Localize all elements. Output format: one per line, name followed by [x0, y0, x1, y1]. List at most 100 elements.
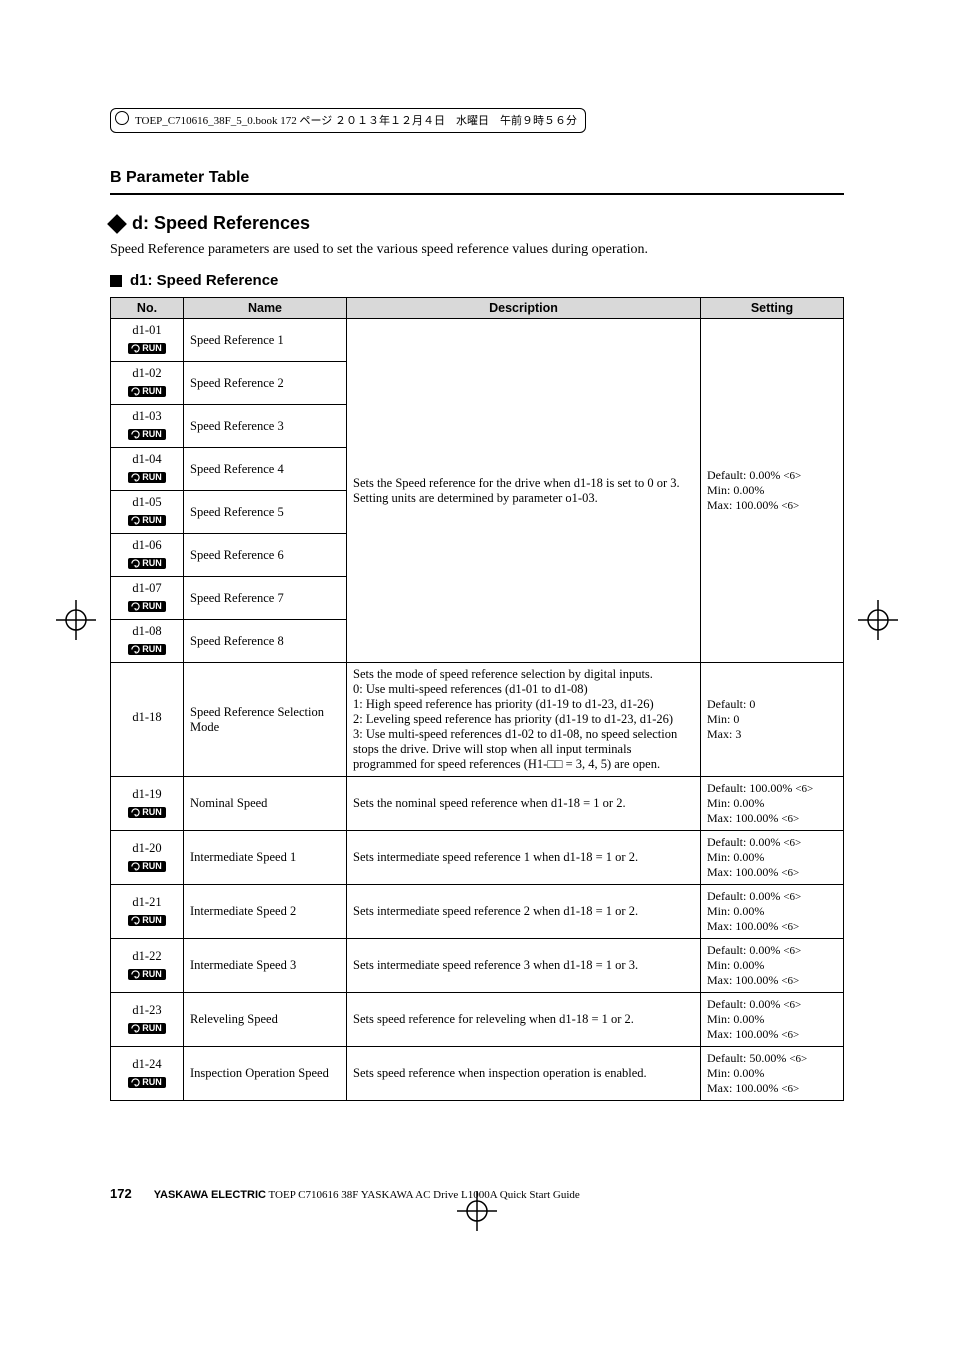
run-badge: RUN — [128, 472, 166, 483]
cell-description: Sets the Speed reference for the drive w… — [347, 319, 701, 663]
footer-brand: YASKAWA ELECTRIC — [154, 1189, 266, 1201]
section-header: B Parameter Table — [110, 169, 844, 187]
intro-text: Speed Reference parameters are used to s… — [110, 242, 844, 258]
run-arc-icon — [131, 916, 140, 925]
cell-name: Intermediate Speed 1 — [184, 831, 347, 885]
cell-setting: Default: 0.00% <6>Min: 0.00%Max: 100.00%… — [701, 831, 844, 885]
main-heading-row: d: Speed References — [110, 213, 844, 234]
table-row: d1-23 RUNReleveling SpeedSets speed refe… — [111, 993, 844, 1047]
note-6-icon: <6> — [781, 500, 799, 512]
cell-name: Speed Reference 8 — [184, 620, 347, 663]
run-badge: RUN — [128, 807, 166, 818]
run-badge: RUN — [128, 1023, 166, 1034]
cell-setting: Default: 0.00% <6>Min: 0.00%Max: 100.00%… — [701, 993, 844, 1047]
cell-no: d1-06 RUN — [111, 534, 184, 577]
file-header: TOEP_C710616_38F_5_0.book 172 ページ ２０１３年１… — [110, 108, 586, 133]
run-badge: RUN — [128, 1077, 166, 1088]
page-content: TOEP_C710616_38F_5_0.book 172 ページ ２０１３年１… — [110, 108, 844, 1201]
note-6-icon: <6> — [781, 921, 799, 933]
run-badge: RUN — [128, 558, 166, 569]
cell-name: Speed Reference 7 — [184, 577, 347, 620]
col-description: Description — [347, 298, 701, 319]
cell-no: d1-22 RUN — [111, 939, 184, 993]
table-row: d1-18Speed Reference Selection ModeSets … — [111, 663, 844, 777]
run-arc-icon — [131, 516, 140, 525]
table-row: d1-19 RUNNominal SpeedSets the nominal s… — [111, 777, 844, 831]
register-mark-left — [56, 600, 96, 640]
cell-name: Speed Reference 5 — [184, 491, 347, 534]
run-badge: RUN — [128, 601, 166, 612]
col-setting: Setting — [701, 298, 844, 319]
cell-no: d1-19 RUN — [111, 777, 184, 831]
table-row: d1-20 RUNIntermediate Speed 1Sets interm… — [111, 831, 844, 885]
run-arc-icon — [131, 970, 140, 979]
cell-no: d1-24 RUN — [111, 1047, 184, 1101]
section-rule — [110, 193, 844, 195]
cell-name: Speed Reference 4 — [184, 448, 347, 491]
cell-setting: Default: 100.00% <6>Min: 0.00%Max: 100.0… — [701, 777, 844, 831]
cell-name: Inspection Operation Speed — [184, 1047, 347, 1101]
cell-description: Sets speed reference when inspection ope… — [347, 1047, 701, 1101]
cell-name: Speed Reference 6 — [184, 534, 347, 577]
cell-description: Sets speed reference for releveling when… — [347, 993, 701, 1047]
cell-name: Speed Reference Selection Mode — [184, 663, 347, 777]
run-arc-icon — [131, 387, 140, 396]
cell-description: Sets the mode of speed reference selecti… — [347, 663, 701, 777]
note-6-icon: <6> — [781, 867, 799, 879]
note-6-icon: <6> — [781, 813, 799, 825]
cell-description: Sets intermediate speed reference 1 when… — [347, 831, 701, 885]
note-6-icon: <6> — [783, 470, 801, 482]
cell-no: d1-21 RUN — [111, 885, 184, 939]
run-arc-icon — [131, 473, 140, 482]
run-arc-icon — [131, 1024, 140, 1033]
run-badge: RUN — [128, 969, 166, 980]
run-badge: RUN — [128, 861, 166, 872]
table-row: d1-21 RUNIntermediate Speed 2Sets interm… — [111, 885, 844, 939]
note-6-icon: <6> — [789, 1053, 807, 1065]
cell-description: Sets intermediate speed reference 2 when… — [347, 885, 701, 939]
cell-name: Speed Reference 1 — [184, 319, 347, 362]
run-arc-icon — [131, 559, 140, 568]
page-number: 172 — [110, 1186, 132, 1201]
note-6-icon: <6> — [783, 999, 801, 1011]
run-arc-icon — [131, 808, 140, 817]
page-footer: 172 YASKAWA ELECTRIC TOEP C710616 38F YA… — [110, 1186, 844, 1201]
sub-heading-row: d1: Speed Reference — [110, 272, 844, 289]
run-badge: RUN — [128, 386, 166, 397]
footer-doc-title: TOEP C710616 38F YASKAWA AC Drive L1000A… — [266, 1189, 580, 1201]
run-arc-icon — [131, 430, 140, 439]
cell-no: d1-01 RUN — [111, 319, 184, 362]
run-arc-icon — [131, 344, 140, 353]
col-no: No. — [111, 298, 184, 319]
cell-setting: Default: 0Min: 0Max: 3 — [701, 663, 844, 777]
cell-setting: Default: 0.00% <6>Min: 0.00%Max: 100.00%… — [701, 319, 844, 663]
run-badge: RUN — [128, 915, 166, 926]
cell-no: d1-20 RUN — [111, 831, 184, 885]
note-6-icon: <6> — [781, 975, 799, 987]
col-name: Name — [184, 298, 347, 319]
cell-name: Speed Reference 2 — [184, 362, 347, 405]
note-6-icon: <6> — [783, 945, 801, 957]
cell-setting: Default: 0.00% <6>Min: 0.00%Max: 100.00%… — [701, 885, 844, 939]
sub-heading: d1: Speed Reference — [130, 272, 278, 289]
cell-no: d1-03 RUN — [111, 405, 184, 448]
main-heading: d: Speed References — [132, 213, 310, 234]
cell-no: d1-07 RUN — [111, 577, 184, 620]
table-row: d1-24 RUNInspection Operation SpeedSets … — [111, 1047, 844, 1101]
run-arc-icon — [131, 602, 140, 611]
parameter-table: No. Name Description Setting d1-01 RUNSp… — [110, 297, 844, 1101]
run-arc-icon — [131, 1078, 140, 1087]
cell-no: d1-02 RUN — [111, 362, 184, 405]
cell-no: d1-05 RUN — [111, 491, 184, 534]
note-6-icon: <6> — [781, 1083, 799, 1095]
run-badge: RUN — [128, 429, 166, 440]
cell-name: Intermediate Speed 3 — [184, 939, 347, 993]
run-arc-icon — [131, 645, 140, 654]
cell-no: d1-08 RUN — [111, 620, 184, 663]
run-badge: RUN — [128, 343, 166, 354]
cell-name: Intermediate Speed 2 — [184, 885, 347, 939]
run-badge: RUN — [128, 515, 166, 526]
cell-description: Sets the nominal speed reference when d1… — [347, 777, 701, 831]
note-6-icon: <6> — [783, 837, 801, 849]
cell-setting: Default: 50.00% <6>Min: 0.00%Max: 100.00… — [701, 1047, 844, 1101]
